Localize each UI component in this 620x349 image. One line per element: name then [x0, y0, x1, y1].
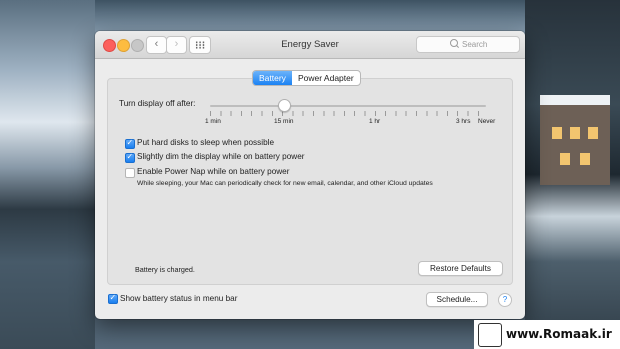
- slider-ticks: [210, 111, 486, 116]
- schedule-button[interactable]: Schedule...: [426, 292, 488, 307]
- search-placeholder: Search: [462, 40, 488, 49]
- tab-power-adapter[interactable]: Power Adapter: [292, 71, 360, 85]
- show-battery-status-label: Show battery status in menu bar: [120, 294, 238, 303]
- computer-icon: [478, 323, 502, 347]
- title-bar: ‹ › Energy Saver Search: [95, 31, 525, 59]
- power-nap-checkbox[interactable]: [125, 168, 135, 178]
- tick-label: 1 hr: [369, 118, 381, 125]
- slider-knob[interactable]: [278, 99, 291, 112]
- hard-disk-sleep-label: Put hard disks to sleep when possible: [137, 138, 274, 147]
- search-icon: [450, 39, 458, 47]
- power-nap-label: Enable Power Nap while on battery power: [137, 167, 290, 176]
- tick-label: 15 min: [274, 118, 294, 125]
- energy-saver-window: ‹ › Energy Saver Search Battery Power Ad…: [95, 31, 525, 319]
- display-off-slider[interactable]: [210, 105, 486, 107]
- tab-bar: Battery Power Adapter: [252, 70, 361, 86]
- display-off-label: Turn display off after:: [119, 99, 196, 108]
- tick-label: 3 hrs: [456, 118, 471, 125]
- battery-status-text: Battery is charged.: [135, 265, 195, 274]
- tab-battery[interactable]: Battery: [253, 71, 292, 85]
- wallpaper-cabin: [540, 95, 610, 185]
- desktop-wallpaper-left: [0, 0, 95, 349]
- dim-display-label: Slightly dim the display while on batter…: [137, 152, 305, 161]
- dim-display-checkbox[interactable]: [125, 152, 135, 163]
- watermark-text: www.Romaak.ir: [506, 327, 612, 341]
- show-battery-status-checkbox[interactable]: [108, 293, 118, 304]
- tick-label: Never: [478, 118, 496, 125]
- search-field[interactable]: Search: [416, 36, 520, 53]
- tick-label: 1 min: [205, 118, 221, 125]
- help-button[interactable]: ?: [498, 293, 512, 307]
- hard-disk-sleep-checkbox[interactable]: [125, 138, 135, 149]
- restore-defaults-button[interactable]: Restore Defaults: [418, 261, 503, 276]
- watermark: www.Romaak.ir: [474, 320, 620, 349]
- power-nap-description: While sleeping, your Mac can periodicall…: [137, 180, 433, 187]
